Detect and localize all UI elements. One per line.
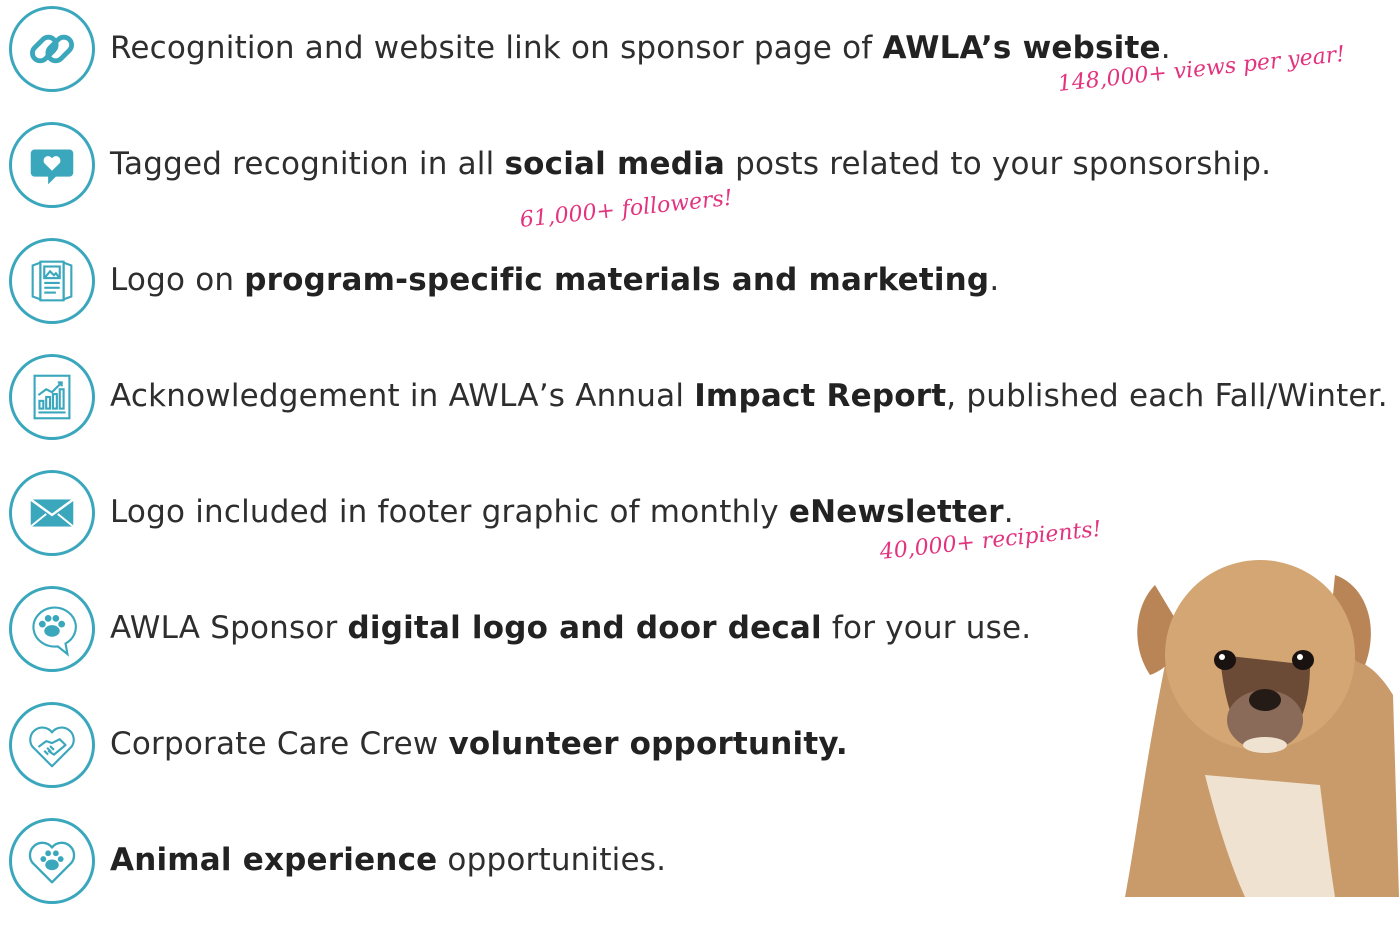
benefit-text: AWLA Sponsor digital logo and door decal… [110, 610, 1032, 646]
puppy-photo [1125, 560, 1399, 897]
benefit-text: Tagged recognition in all social media p… [110, 146, 1272, 182]
benefit-text: Recognition and website link on sponsor … [110, 30, 1171, 66]
paw-speech-icon [9, 586, 95, 672]
benefit-text: Acknowledgement in AWLA’s Annual Impact … [110, 378, 1388, 414]
benefit-text: Animal experience opportunities. [110, 842, 667, 878]
envelope-icon [9, 470, 95, 556]
benefit-text: Logo on program-specific materials and m… [110, 262, 1000, 298]
link-icon [9, 6, 95, 92]
benefit-row-impact-report: Acknowledgement in AWLA’s Annual Impact … [0, 348, 1399, 464]
handshake-heart-icon [9, 702, 95, 788]
benefit-text: Corporate Care Crew volunteer opportunit… [110, 726, 848, 762]
benefit-row-social-media: Tagged recognition in all social media p… [0, 116, 1399, 233]
paw-heart-icon [9, 818, 95, 904]
benefit-row-website-link: Recognition and website link on sponsor … [0, 0, 1399, 116]
heart-chat-icon [9, 122, 95, 208]
benefit-text: Logo included in footer graphic of month… [110, 494, 1014, 530]
report-chart-icon [9, 354, 95, 440]
benefit-row-materials: Logo on program-specific materials and m… [0, 232, 1399, 348]
brochure-icon [9, 238, 95, 324]
callout-note: 61,000+ followers! [518, 185, 734, 233]
